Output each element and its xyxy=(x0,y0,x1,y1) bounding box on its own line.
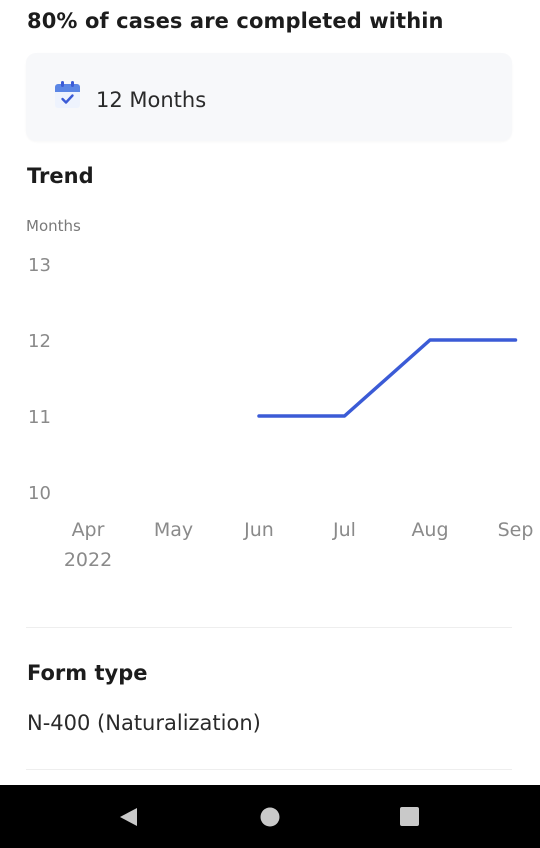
x-tick-sublabel: 2022 xyxy=(64,549,112,571)
series-line xyxy=(257,338,518,418)
page-headline: 80% of cases are completed within xyxy=(27,9,444,33)
system-navigation-bar xyxy=(0,785,540,848)
y-tick-label: 12 xyxy=(28,331,51,352)
y-tick-label: 13 xyxy=(28,255,51,276)
calendar-icon xyxy=(55,81,80,108)
duration-value: 12 Months xyxy=(96,88,207,112)
x-tick-label: Sep xyxy=(498,519,534,541)
back-button[interactable] xyxy=(93,785,163,848)
home-circle-icon xyxy=(260,807,280,827)
trend-title: Trend xyxy=(27,164,94,188)
y-axis-label: Months xyxy=(26,217,81,235)
recents-button[interactable] xyxy=(375,785,445,848)
form-type-title: Form type xyxy=(27,661,148,685)
x-tick-label: Aug xyxy=(411,519,448,541)
y-tick-label: 10 xyxy=(28,483,51,504)
x-tick-label: May xyxy=(154,519,193,541)
recents-square-icon xyxy=(400,807,419,826)
x-tick-label: Jun xyxy=(243,519,274,541)
home-button[interactable] xyxy=(235,785,305,848)
form-type-value: N-400 (Naturalization) xyxy=(27,711,261,735)
y-tick-label: 11 xyxy=(28,407,51,428)
section-divider xyxy=(26,627,512,628)
back-triangle-icon xyxy=(120,808,137,826)
trend-chart: Months 13 12 11 10 Apr 2022 May Jun Jul Aug Sep xyxy=(0,200,540,590)
section-divider xyxy=(26,769,512,770)
x-tick-label: Apr xyxy=(72,519,105,541)
duration-card: 12 Months xyxy=(26,53,512,141)
x-tick-label: Jul xyxy=(332,519,356,541)
trend-chart-svg: Months 13 12 11 10 Apr 2022 May Jun Jul Aug Sep xyxy=(26,217,534,571)
